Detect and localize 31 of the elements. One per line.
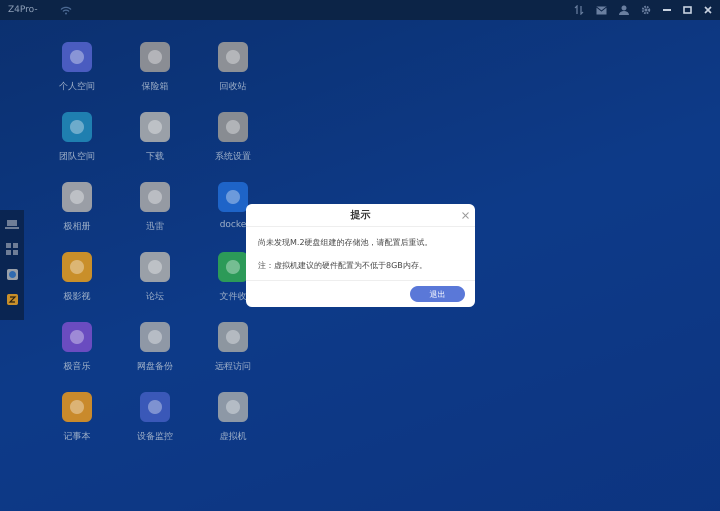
app-label: 设备监控 bbox=[137, 430, 173, 443]
app-label: 论坛 bbox=[146, 290, 164, 303]
app-label: 极相册 bbox=[64, 220, 90, 233]
app-label: 团队空间 bbox=[59, 150, 95, 163]
user-icon[interactable] bbox=[619, 5, 629, 15]
close-icon[interactable] bbox=[704, 6, 712, 14]
maximize-icon[interactable] bbox=[683, 6, 692, 14]
dialog-message: 注：虚拟机建议的硬件配置为不低于8GB内存。 bbox=[258, 260, 428, 271]
app-label: 极音乐 bbox=[64, 360, 90, 373]
window-title: Z4Pro- bbox=[8, 5, 38, 15]
grid-icon[interactable] bbox=[6, 243, 18, 255]
dialog-title: 提示 bbox=[350, 208, 370, 222]
exit-button[interactable]: 退出 bbox=[410, 286, 465, 302]
app-label: 记事本 bbox=[64, 430, 90, 443]
transfer-icon[interactable] bbox=[574, 5, 584, 15]
app-label: 下载 bbox=[146, 150, 164, 163]
app-label: docke bbox=[220, 220, 246, 230]
app-label: 远程访问 bbox=[215, 360, 251, 373]
wifi-icon bbox=[60, 6, 72, 14]
app-label: 网盘备份 bbox=[137, 360, 173, 373]
app-label: 极影视 bbox=[64, 290, 90, 303]
mail-icon[interactable] bbox=[596, 6, 607, 14]
app-label: 个人空间 bbox=[59, 80, 95, 93]
app-label: 回收站 bbox=[220, 80, 246, 93]
laptop-icon[interactable] bbox=[5, 220, 19, 229]
app-label: 文件收 bbox=[220, 290, 246, 303]
app-label: 系统设置 bbox=[215, 150, 251, 163]
app-label: 虚拟机 bbox=[220, 430, 246, 443]
dialog-message: 尚未发现M.2硬盘组建的存储池，请配置后重试。 bbox=[258, 237, 434, 248]
app-label: 保险箱 bbox=[142, 80, 168, 93]
app-label: 迅雷 bbox=[146, 220, 164, 233]
